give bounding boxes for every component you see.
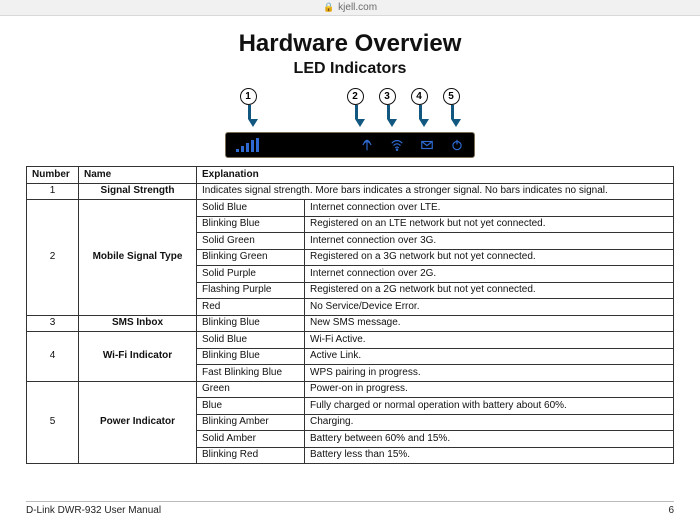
cell-explanation: Battery between 60% and 15%. — [305, 431, 674, 448]
page-title: Hardware Overview — [26, 30, 674, 58]
cell-name: Power Indicator — [79, 381, 197, 464]
led-diagram: 1 2345 — [26, 88, 674, 158]
cell-name: Wi-Fi Indicator — [79, 332, 197, 382]
table-row: 4Wi-Fi IndicatorSolid BlueWi-Fi Active. — [27, 332, 674, 349]
power-icon — [450, 138, 464, 152]
device-led-panel — [225, 132, 475, 158]
callout-2: 2 — [344, 88, 366, 105]
cell-state: Blue — [197, 398, 305, 415]
callout-circle: 1 — [240, 88, 257, 105]
cell-number: 5 — [27, 381, 79, 464]
cell-explanation: Internet connection over 3G. — [305, 233, 674, 250]
device-icon-set — [360, 138, 464, 152]
table-row: 5Power IndicatorGreenPower-on in progres… — [27, 381, 674, 398]
cell-name: Signal Strength — [79, 183, 197, 200]
cell-name: SMS Inbox — [79, 315, 197, 332]
cell-explanation: Registered on a 2G network but not yet c… — [305, 282, 674, 299]
cell-explanation: Charging. — [305, 414, 674, 431]
cell-state: Blinking Red — [197, 447, 305, 464]
document-page: Hardware Overview LED Indicators 12345 N… — [0, 16, 700, 524]
lock-icon: 🔒 — [323, 2, 334, 13]
led-table: Number Name Explanation 1Signal Strength… — [26, 166, 674, 464]
cell-state: Flashing Purple — [197, 282, 305, 299]
cell-state: Red — [197, 299, 305, 316]
cell-number: 4 — [27, 332, 79, 382]
cell-explanation: Fully charged or normal operation with b… — [305, 398, 674, 415]
cell-explanation: Indicates signal strength. More bars ind… — [197, 183, 674, 200]
cell-explanation: Wi-Fi Active. — [305, 332, 674, 349]
cell-state: Solid Amber — [197, 431, 305, 448]
col-explanation: Explanation — [197, 167, 674, 184]
cell-state: Blinking Amber — [197, 414, 305, 431]
cell-state: Solid Blue — [197, 200, 305, 217]
callout-5: 5 — [440, 88, 462, 105]
callout-4: 4 — [408, 88, 430, 105]
cell-state: Solid Green — [197, 233, 305, 250]
col-number: Number — [27, 167, 79, 184]
envelope-icon — [420, 138, 434, 152]
cell-state: Blinking Blue — [197, 216, 305, 233]
callout-row: 1 2345 — [225, 88, 475, 132]
cell-explanation: Registered on an LTE network but not yet… — [305, 216, 674, 233]
cell-explanation: Internet connection over LTE. — [305, 200, 674, 217]
cell-state: Blinking Blue — [197, 315, 305, 332]
footer-page-number: 6 — [668, 505, 674, 516]
page-subtitle: LED Indicators — [26, 60, 674, 78]
cell-explanation: Internet connection over 2G. — [305, 266, 674, 283]
wifi-icon — [390, 138, 404, 152]
cell-explanation: WPS pairing in progress. — [305, 365, 674, 382]
callout-1: 1 — [237, 88, 259, 105]
signal-bars-icon — [236, 138, 259, 152]
page-footer: D-Link DWR-932 User Manual 6 — [26, 501, 674, 516]
cell-state: Solid Blue — [197, 332, 305, 349]
cell-state: Blinking Blue — [197, 348, 305, 365]
cell-state: Fast Blinking Blue — [197, 365, 305, 382]
browser-url-bar: 🔒 kjell.com — [0, 0, 700, 16]
cell-number: 1 — [27, 183, 79, 200]
table-row: 1Signal StrengthIndicates signal strengt… — [27, 183, 674, 200]
url-host: kjell.com — [338, 2, 377, 13]
cell-explanation: Power-on in progress. — [305, 381, 674, 398]
cell-explanation: No Service/Device Error. — [305, 299, 674, 316]
cell-explanation: Registered on a 3G network but not yet c… — [305, 249, 674, 266]
cell-name: Mobile Signal Type — [79, 200, 197, 316]
table-row: 2Mobile Signal TypeSolid BlueInternet co… — [27, 200, 674, 217]
cell-number: 3 — [27, 315, 79, 332]
callout-circle: 4 — [411, 88, 428, 105]
callout-3: 3 — [376, 88, 398, 105]
cell-explanation: Battery less than 15%. — [305, 447, 674, 464]
table-header-row: Number Name Explanation — [27, 167, 674, 184]
callout-circle: 2 — [347, 88, 364, 105]
callout-circle: 3 — [379, 88, 396, 105]
cell-number: 2 — [27, 200, 79, 316]
cell-explanation: New SMS message. — [305, 315, 674, 332]
col-name: Name — [79, 167, 197, 184]
cell-explanation: Active Link. — [305, 348, 674, 365]
footer-manual-title: D-Link DWR-932 User Manual — [26, 505, 161, 516]
callout-circle: 5 — [443, 88, 460, 105]
cell-state: Solid Purple — [197, 266, 305, 283]
table-row: 3SMS InboxBlinking BlueNew SMS message. — [27, 315, 674, 332]
cell-state: Blinking Green — [197, 249, 305, 266]
antenna-icon — [360, 138, 374, 152]
cell-state: Green — [197, 381, 305, 398]
